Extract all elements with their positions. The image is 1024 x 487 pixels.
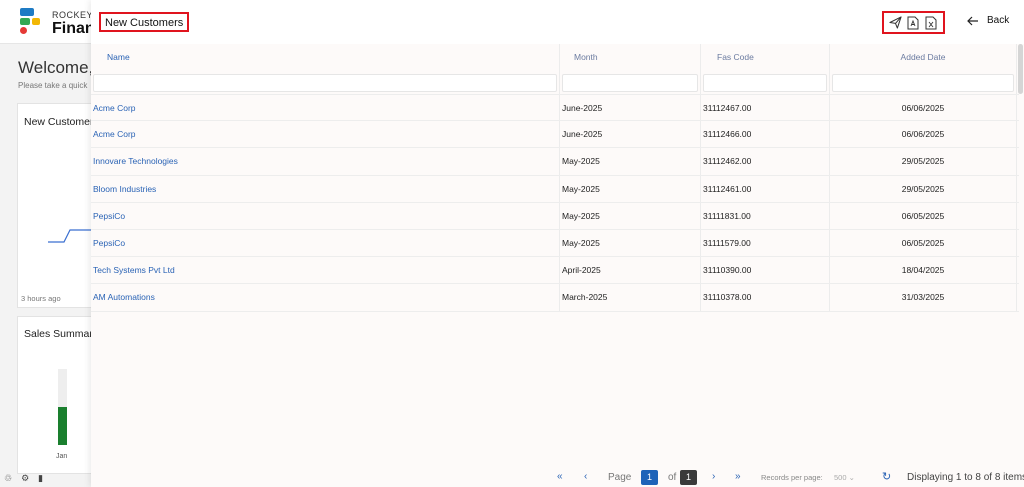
cell-name[interactable]: Acme Corp [91, 95, 560, 121]
cell-added-date: 29/05/2025 [830, 148, 1017, 175]
footer-icons: ♲ ⚙ ▮ [4, 473, 43, 484]
filter-month-input[interactable] [562, 73, 698, 92]
arrow-left-icon [967, 16, 978, 25]
panel-title: New Customers [99, 12, 190, 32]
filter-name [91, 70, 560, 94]
cell-fas-code: 31112466.00 [701, 121, 830, 148]
table-row[interactable]: Acme Corp June-2025 31112466.00 06/06/2025 [91, 121, 1019, 149]
last-page-button[interactable]: » [735, 471, 741, 483]
table-row[interactable]: Acme Corp June-2025 31112467.00 06/06/2025 [91, 94, 1019, 122]
filter-name-input[interactable] [93, 73, 557, 92]
column-header-month[interactable]: Month [560, 44, 701, 70]
cell-added-date: 06/05/2025 [830, 229, 1017, 257]
cell-fas-code: 31111579.00 [701, 229, 830, 257]
filter-added-date-input[interactable] [832, 73, 1014, 92]
welcome-subtitle: Please take a quick [18, 81, 88, 90]
table-row[interactable]: PepsiCo May-2025 31111579.00 06/05/2025 [91, 229, 1019, 258]
new-customers-panel: New Customers Back Name Month Fas Code A… [91, 0, 1024, 487]
recycle-icon[interactable]: ♲ [4, 473, 12, 484]
card-timestamp: 3 hours ago [21, 294, 61, 303]
pagination: « ‹ Page 1 of 1 › » Records per page: 50… [91, 467, 1024, 487]
filter-added-date [830, 70, 1017, 94]
app-logo [20, 8, 42, 34]
cell-name[interactable]: AM Automations [91, 284, 560, 311]
first-page-button[interactable]: « [557, 471, 563, 483]
cell-added-date: 06/05/2025 [830, 202, 1017, 229]
column-header-name[interactable]: Name [91, 44, 560, 70]
panel-header: New Customers Back [91, 0, 1024, 44]
table-row[interactable]: Bloom Industries May-2025 31112461.00 29/05… [91, 175, 1019, 203]
cell-month: May-2025 [560, 202, 701, 229]
filter-month [560, 70, 701, 94]
scrollbar[interactable] [1018, 44, 1023, 94]
next-page-button[interactable]: › [712, 471, 715, 483]
trend-line-chart [48, 229, 98, 243]
filter-fas-code-input[interactable] [703, 73, 827, 92]
send-icon[interactable] [889, 16, 903, 30]
filter-fas-code [701, 70, 830, 94]
table-body: Acme Corp June-2025 31112467.00 06/06/2025 A… [91, 94, 1019, 312]
cell-month: May-2025 [560, 175, 701, 202]
cell-fas-code: 31110390.00 [701, 257, 830, 284]
card-title: Sales Summary [24, 328, 99, 340]
filter-row [91, 70, 1019, 94]
cell-name[interactable]: PepsiCo [91, 229, 560, 257]
cell-month: June-2025 [560, 95, 701, 121]
cell-name[interactable]: Acme Corp [91, 121, 560, 148]
refresh-icon[interactable]: ↻ [882, 471, 891, 483]
cell-added-date: 29/05/2025 [830, 175, 1017, 202]
wrench-icon[interactable]: ⚙ [21, 473, 29, 484]
records-per-page-select[interactable]: 500 ⌄ [834, 473, 855, 482]
table-row[interactable]: AM Automations March-2025 31110378.00 31/03… [91, 284, 1019, 312]
cell-name[interactable]: Innovare Technologies [91, 148, 560, 175]
cell-month: March-2025 [560, 284, 701, 311]
bookmark-icon[interactable]: ▮ [38, 473, 43, 484]
of-label: of [668, 472, 677, 483]
card-title: New Customers [24, 116, 99, 128]
column-header-added-date[interactable]: Added Date [830, 44, 1017, 70]
total-pages: 1 [680, 470, 697, 485]
brand-name-top: ROCKEYI [52, 10, 97, 20]
records-per-page-label: Records per page: [761, 473, 823, 482]
cell-month: May-2025 [560, 148, 701, 175]
cell-name[interactable]: Bloom Industries [91, 175, 560, 202]
table-row[interactable]: PepsiCo May-2025 31111831.00 06/05/2025 [91, 202, 1019, 230]
new-customers-card[interactable]: New Customers 3 hours ago [17, 103, 99, 308]
cell-month: May-2025 [560, 229, 701, 257]
cell-added-date: 06/06/2025 [830, 121, 1017, 148]
table-row[interactable]: Innovare Technologies May-2025 31112462.00… [91, 148, 1019, 176]
bar-label: Jan [56, 453, 68, 460]
cell-added-date: 18/04/2025 [830, 257, 1017, 284]
current-page-input[interactable]: 1 [641, 470, 658, 485]
cell-month: June-2025 [560, 121, 701, 148]
excel-icon[interactable] [924, 16, 938, 30]
cell-name[interactable]: PepsiCo [91, 202, 560, 229]
table-row[interactable]: Tech Systems Pvt Ltd April-2025 31110390.0… [91, 257, 1019, 285]
cell-added-date: 31/03/2025 [830, 284, 1017, 311]
cell-fas-code: 31111831.00 [701, 202, 830, 229]
cell-fas-code: 31112461.00 [701, 175, 830, 202]
cell-added-date: 06/06/2025 [830, 95, 1017, 121]
display-summary: Displaying 1 to 8 of 8 items. [907, 472, 1024, 483]
sales-summary-card[interactable]: Sales Summary Jan [17, 316, 99, 474]
back-label: Back [987, 15, 1010, 26]
bar-fill [58, 407, 67, 445]
column-header-fas-code[interactable]: Fas Code [701, 44, 830, 70]
cell-fas-code: 31110378.00 [701, 284, 830, 311]
cell-fas-code: 31112462.00 [701, 148, 830, 175]
pdf-icon[interactable] [906, 16, 920, 30]
cell-name[interactable]: Tech Systems Pvt Ltd [91, 257, 560, 284]
customers-table: Name Month Fas Code Added Date Acme Corp… [91, 44, 1019, 312]
page-label: Page [608, 472, 632, 483]
table-header: Name Month Fas Code Added Date [91, 44, 1019, 70]
cell-month: April-2025 [560, 257, 701, 284]
back-button[interactable]: Back [967, 15, 1009, 26]
prev-page-button[interactable]: ‹ [584, 471, 587, 483]
cell-fas-code: 31112467.00 [701, 95, 830, 121]
export-actions [882, 11, 945, 34]
